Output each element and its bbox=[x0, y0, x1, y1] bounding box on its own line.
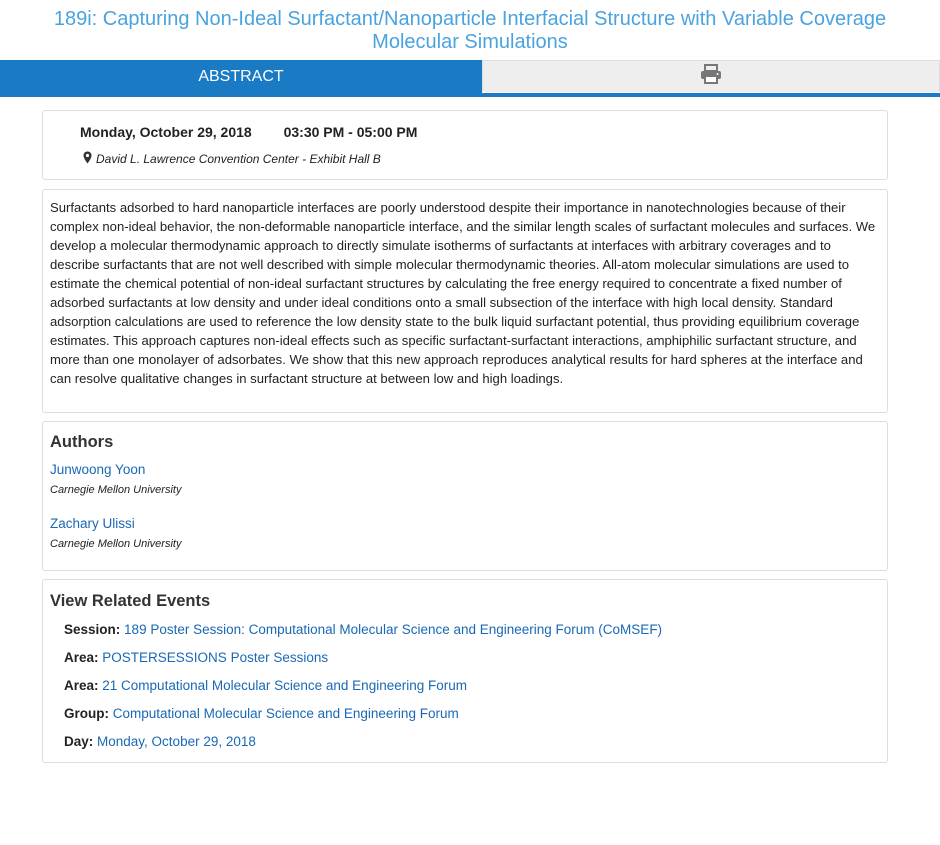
event-date: Monday, October 29, 2018 bbox=[80, 124, 252, 140]
related-item-link[interactable]: 21 Computational Molecular Science and E… bbox=[102, 678, 467, 693]
related-item-session: Session: 189 Poster Session: Computation… bbox=[64, 622, 662, 637]
related-item-label: Day: bbox=[64, 734, 94, 749]
event-time-panel: Monday, October 29, 2018 03:30 PM - 05:0… bbox=[42, 110, 888, 180]
event-time: 03:30 PM - 05:00 PM bbox=[283, 124, 418, 140]
related-item-label: Session: bbox=[64, 622, 121, 637]
author-name-link[interactable]: Zachary Ulissi bbox=[50, 516, 135, 531]
abstract-panel: Surfactants adsorbed to hard nanoparticl… bbox=[42, 189, 888, 413]
related-item-label: Area: bbox=[64, 650, 99, 665]
related-item-group: Group: Computational Molecular Science a… bbox=[64, 706, 459, 721]
abstract-text: Surfactants adsorbed to hard nanoparticl… bbox=[50, 200, 876, 386]
related-item-label: Group: bbox=[64, 706, 109, 721]
tab-print[interactable] bbox=[482, 60, 940, 92]
author-affiliation: Carnegie Mellon University bbox=[50, 484, 182, 496]
related-events-panel: View Related Events Session: 189 Poster … bbox=[42, 579, 888, 763]
printer-icon bbox=[700, 64, 722, 89]
tab-abstract[interactable]: ABSTRACT bbox=[0, 60, 482, 93]
page-title: 189i: Capturing Non-Ideal Surfactant/Nan… bbox=[53, 8, 887, 53]
tab-bar: ABSTRACT bbox=[0, 60, 940, 97]
related-item-link[interactable]: Monday, October 29, 2018 bbox=[97, 734, 256, 749]
authors-panel: Authors Junwoong Yoon Carnegie Mellon Un… bbox=[42, 421, 888, 571]
related-item-area: Area: 21 Computational Molecular Science… bbox=[64, 678, 467, 693]
related-item-area: Area: POSTERSESSIONS Poster Sessions bbox=[64, 650, 328, 665]
related-item-link[interactable]: POSTERSESSIONS Poster Sessions bbox=[102, 650, 328, 665]
authors-heading: Authors bbox=[50, 433, 114, 451]
related-item-day: Day: Monday, October 29, 2018 bbox=[64, 734, 256, 749]
tab-underline bbox=[0, 93, 940, 97]
map-marker-icon bbox=[83, 151, 96, 167]
related-item-link[interactable]: Computational Molecular Science and Engi… bbox=[113, 706, 459, 721]
author-affiliation: Carnegie Mellon University bbox=[50, 538, 182, 550]
related-events-heading: View Related Events bbox=[50, 592, 211, 610]
tab-abstract-label: ABSTRACT bbox=[198, 67, 284, 85]
author-name-link[interactable]: Junwoong Yoon bbox=[50, 462, 145, 477]
event-location: David L. Lawrence Convention Center - Ex… bbox=[96, 152, 381, 166]
related-item-label: Area: bbox=[64, 678, 99, 693]
related-item-link[interactable]: 189 Poster Session: Computational Molecu… bbox=[124, 622, 662, 637]
